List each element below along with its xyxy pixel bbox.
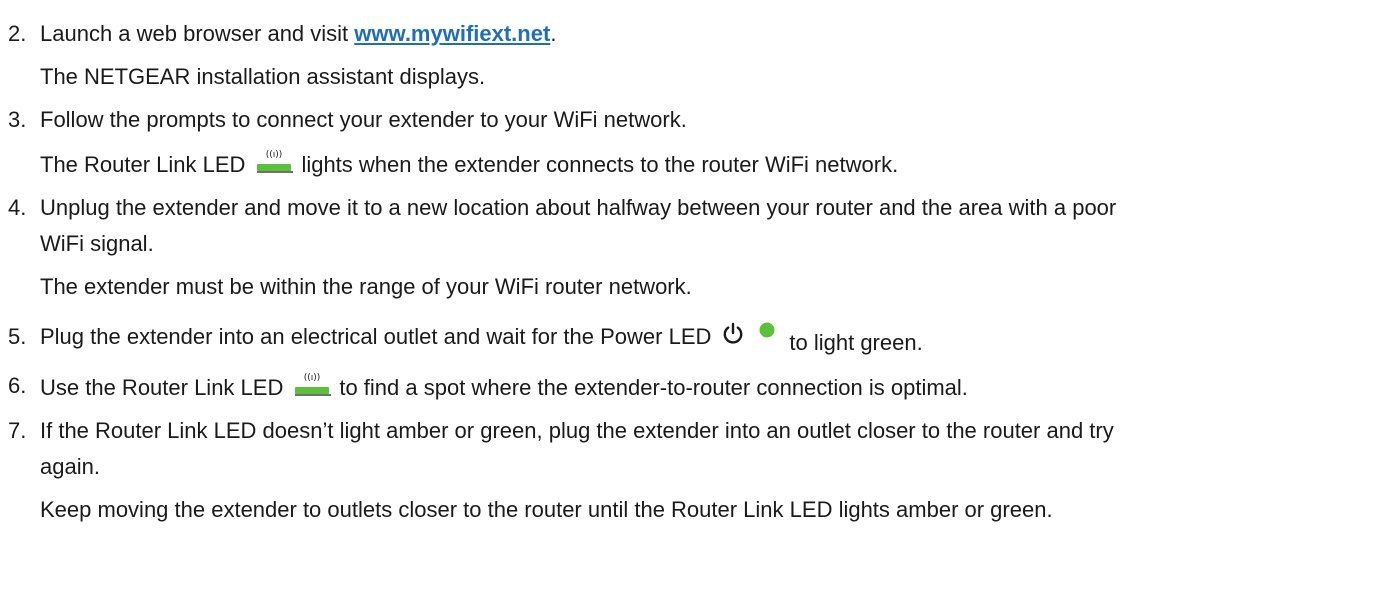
step-5: 5. Plug the extender into an electrical …	[8, 319, 1370, 361]
step-text-pre: Use the Router Link LED	[40, 375, 284, 400]
step-body: If the Router Link LED doesn’t light amb…	[40, 413, 1370, 528]
mywifiext-link[interactable]: www.mywifiext.net	[354, 21, 550, 46]
router-link-led-icon: ((ı))	[295, 373, 332, 396]
step-number: 2.	[8, 21, 27, 46]
step-text-line2: WiFi signal.	[40, 231, 154, 256]
step-text-line1: Unplug the extender and move it to a new…	[40, 195, 1117, 220]
svg-text:((ı)): ((ı))	[304, 373, 321, 383]
step-6: 6. Use the Router Link LED ((ı)) to find…	[8, 368, 1370, 406]
step-text-post: to light green.	[789, 330, 923, 355]
step-text-pre: Launch a web browser and visit	[40, 21, 355, 46]
step-4: 4. Unplug the extender and move it to a …	[8, 190, 1370, 305]
step-text: Follow the prompts to connect your exten…	[40, 107, 687, 132]
note-post: lights when the extender connects to the…	[301, 152, 899, 177]
step-2: 2. Launch a web browser and visit www.my…	[8, 16, 1370, 95]
step-body: Use the Router Link LED ((ı)) to find a …	[40, 368, 1370, 406]
step-note: Keep moving the extender to outlets clos…	[40, 497, 1053, 522]
step-text-post: .	[550, 21, 557, 46]
step-text: Launch a web browser and visit www.mywif…	[40, 16, 1370, 52]
step-number: 6.	[8, 373, 27, 398]
step-text-post: to find a spot where the extender-to-rou…	[339, 375, 968, 400]
step-text: Plug the extender into an electrical out…	[40, 319, 1370, 361]
step-number: 5.	[8, 324, 27, 349]
step-note: The NETGEAR installation assistant displ…	[40, 64, 486, 89]
step-text-pre: Plug the extender into an electrical out…	[40, 324, 712, 349]
step-number: 4.	[8, 195, 27, 220]
green-led-dot-icon	[759, 322, 775, 338]
step-text-line1: If the Router Link LED doesn’t light amb…	[40, 418, 1114, 443]
step-body: Launch a web browser and visit www.mywif…	[40, 16, 1370, 95]
step-number: 7.	[8, 418, 27, 443]
power-icon	[724, 322, 743, 344]
step-7: 7. If the Router Link LED doesn’t light …	[8, 413, 1370, 528]
router-link-led-icon: ((ı))	[257, 150, 294, 173]
step-text: Use the Router Link LED ((ı)) to find a …	[40, 368, 1370, 406]
step-body: Plug the extender into an electrical out…	[40, 319, 1370, 361]
note-pre: The Router Link LED	[40, 152, 246, 177]
instruction-list: 2. Launch a web browser and visit www.my…	[8, 16, 1370, 528]
step-body: Unplug the extender and move it to a new…	[40, 190, 1370, 305]
step-note: The Router Link LED ((ı)) lights when th…	[40, 145, 1370, 183]
step-text-line2: again.	[40, 454, 100, 479]
step-body: Follow the prompts to connect your exten…	[40, 102, 1370, 183]
step-number: 3.	[8, 107, 27, 132]
step-note: The extender must be within the range of…	[40, 274, 692, 299]
step-3: 3. Follow the prompts to connect your ex…	[8, 102, 1370, 183]
svg-text:((ı)): ((ı))	[266, 150, 283, 160]
